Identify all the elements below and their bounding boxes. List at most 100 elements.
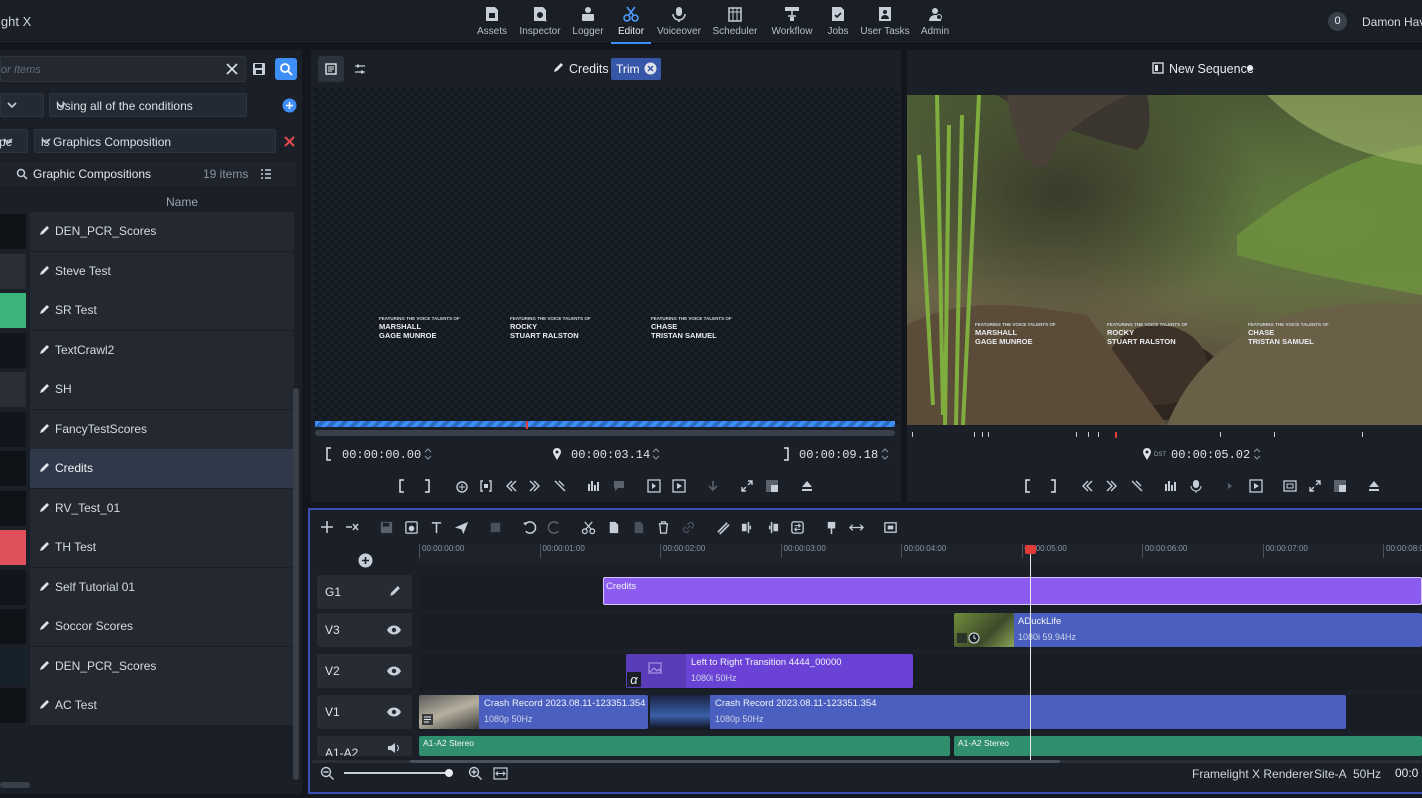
list-item[interactable]: RV_Test_01 xyxy=(0,488,294,528)
viewer-settings-button[interactable] xyxy=(349,58,371,80)
fit-timeline-button[interactable] xyxy=(845,516,867,538)
program-mark-out-button[interactable] xyxy=(1043,476,1063,496)
trim-left-button[interactable] xyxy=(736,516,758,538)
list-item[interactable]: FancyTestScores xyxy=(0,409,294,449)
mark-clip-button[interactable] xyxy=(476,476,496,496)
stepper-icon[interactable] xyxy=(881,447,889,461)
clip-credits[interactable]: Credits xyxy=(603,577,1422,605)
viewer-mode-button[interactable] xyxy=(318,56,344,82)
add-condition-button[interactable] xyxy=(278,94,300,116)
clear-marks-button[interactable] xyxy=(550,476,570,496)
razor-button[interactable] xyxy=(711,516,733,538)
list-item[interactable]: SH xyxy=(0,370,294,409)
program-go-to-out-button[interactable] xyxy=(1102,476,1122,496)
condition-field-select[interactable]: pe xyxy=(0,129,28,153)
copy-button[interactable] xyxy=(602,516,624,538)
condition-combiner-select[interactable] xyxy=(0,93,44,117)
track-header-a1-a2[interactable]: A1-A2 xyxy=(317,736,412,756)
undo-button[interactable] xyxy=(518,516,540,538)
clip-crash-record-1[interactable]: Crash Record 2023.08.11-123351.354 1080p… xyxy=(419,695,648,729)
nav-voiceover[interactable]: Voiceover xyxy=(650,3,708,41)
program-audio-meters-button[interactable] xyxy=(1161,476,1181,496)
mark-out-button[interactable] xyxy=(417,476,437,496)
collection-bar[interactable]: Graphic Compositions 19 items xyxy=(0,162,296,186)
marker-button[interactable] xyxy=(820,516,842,538)
eject-button[interactable] xyxy=(797,476,817,496)
pencil-icon[interactable] xyxy=(388,585,401,598)
source-trim-range[interactable] xyxy=(315,421,895,427)
play-in-to-out-button[interactable] xyxy=(644,476,664,496)
source-in-timecode[interactable]: 00:00:00.00 xyxy=(342,448,421,462)
list-item[interactable]: Soccor Scores xyxy=(0,607,294,646)
eye-icon[interactable] xyxy=(386,624,402,636)
delete-button[interactable] xyxy=(652,516,674,538)
program-clear-marks-button[interactable] xyxy=(1127,476,1147,496)
zoom-out-button[interactable] xyxy=(316,762,338,784)
lane-v2[interactable] xyxy=(419,654,1422,690)
speaker-icon[interactable] xyxy=(387,742,401,754)
list-item[interactable]: DEN_PCR_Scores xyxy=(0,212,294,251)
program-overlay-button[interactable] xyxy=(1330,476,1350,496)
source-scrubber[interactable] xyxy=(315,430,895,436)
play-button[interactable] xyxy=(669,476,689,496)
zoom-slider-thumb[interactable] xyxy=(445,769,453,777)
user-name[interactable]: Damon Hav xyxy=(1362,15,1422,29)
program-play-button[interactable] xyxy=(1246,476,1266,496)
program-eject-button[interactable] xyxy=(1364,476,1384,496)
clip-transition[interactable]: α Left to Right Transition 4444_00000 10… xyxy=(626,654,913,688)
close-circle-icon[interactable] xyxy=(644,62,657,75)
source-current-timecode[interactable]: 00:00:03.14 xyxy=(571,448,650,462)
save-search-button[interactable] xyxy=(248,58,270,80)
eye-icon[interactable] xyxy=(386,706,402,718)
nav-scheduler[interactable]: Scheduler xyxy=(706,3,764,41)
list-item[interactable]: DEN_PCR_Scores xyxy=(0,646,294,686)
list-horizontal-scrollbar[interactable] xyxy=(0,782,30,788)
clip-audio-1[interactable]: A1-A2 Stereo xyxy=(419,736,950,756)
condition-value-select[interactable]: is Graphics Composition xyxy=(34,129,276,153)
trim-right-button[interactable] xyxy=(761,516,783,538)
go-to-in-button[interactable] xyxy=(501,476,521,496)
program-scrubber[interactable] xyxy=(912,432,1422,438)
list-item[interactable]: Credits xyxy=(0,449,294,488)
remove-condition-button[interactable] xyxy=(278,130,300,152)
clip-aducklife[interactable]: ADuckLife 1080i 59.94Hz xyxy=(954,613,1422,647)
stepper-icon[interactable] xyxy=(1253,447,1261,461)
zoom-slider[interactable] xyxy=(344,769,453,777)
list-item[interactable]: TextCrawl2 xyxy=(0,330,294,370)
program-current-timecode[interactable]: 00:00:05.02 xyxy=(1171,448,1250,462)
link-button[interactable] xyxy=(677,516,699,538)
track-header-v3[interactable]: V3 xyxy=(317,613,412,647)
track-header-v1[interactable]: V1 xyxy=(317,695,412,729)
timeline-ruler[interactable]: 00:00:00:00 00:00:01:00 00:00:02:00 00:00:0… xyxy=(419,544,1422,564)
zoom-fit-button[interactable] xyxy=(489,762,511,784)
audio-meters-button[interactable] xyxy=(584,476,604,496)
export-frame-button[interactable] xyxy=(879,516,901,538)
nav-admin[interactable]: Admin xyxy=(906,3,964,41)
overlay-button[interactable] xyxy=(762,476,782,496)
program-go-to-in-button[interactable] xyxy=(1077,476,1097,496)
track-header-v2[interactable]: V2 xyxy=(317,654,412,688)
swap-button[interactable] xyxy=(786,516,808,538)
clear-search-button[interactable] xyxy=(221,58,243,80)
list-view-button[interactable] xyxy=(255,163,277,185)
add-track-button[interactable] xyxy=(316,516,338,538)
save-sequence-button[interactable] xyxy=(375,516,397,538)
group-button[interactable] xyxy=(484,516,506,538)
paste-button[interactable] xyxy=(627,516,649,538)
stepper-icon[interactable] xyxy=(424,447,432,461)
eye-icon[interactable] xyxy=(386,665,402,677)
snapshot-button[interactable] xyxy=(400,516,422,538)
program-mark-in-button[interactable] xyxy=(1018,476,1038,496)
go-to-out-button[interactable] xyxy=(525,476,545,496)
list-item[interactable]: SR Test xyxy=(0,291,294,330)
mark-in-button[interactable] xyxy=(392,476,412,496)
list-scrollbar[interactable] xyxy=(293,388,299,780)
send-button[interactable] xyxy=(450,516,472,538)
list-item[interactable]: Self Tutorial 01 xyxy=(0,567,294,607)
list-item[interactable]: Steve Test xyxy=(0,251,294,291)
condition-mode-select[interactable]: Using all of the conditions xyxy=(49,93,247,117)
program-fullscreen-button[interactable] xyxy=(1305,476,1325,496)
search-input[interactable]: or Items xyxy=(0,56,246,82)
insert-button[interactable] xyxy=(703,476,723,496)
notification-badge[interactable]: 0 xyxy=(1328,12,1347,31)
